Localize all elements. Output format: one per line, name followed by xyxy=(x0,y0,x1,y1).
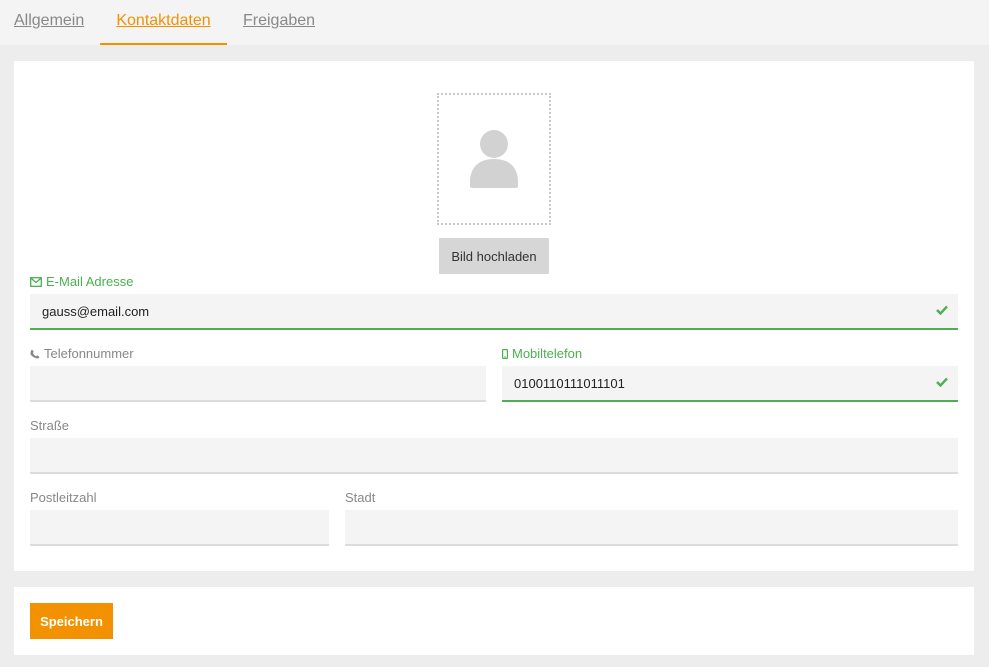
phone-icon xyxy=(30,349,40,359)
tab-bar: Allgemein Kontaktdaten Freigaben xyxy=(0,0,989,45)
contact-form-panel: Bild hochladen E-Mail Adresse Telefonnum… xyxy=(14,61,974,571)
street-input[interactable] xyxy=(30,438,958,472)
mobile-input[interactable] xyxy=(502,366,958,400)
mobile-label-text: Mobiltelefon xyxy=(512,346,583,361)
email-field-wrapper xyxy=(30,294,958,330)
mobile-icon xyxy=(502,349,509,360)
city-input[interactable] xyxy=(345,510,958,544)
city-label: Stadt xyxy=(345,490,376,505)
mobile-field-wrapper xyxy=(502,366,958,402)
mobile-label: Mobiltelefon xyxy=(502,346,582,361)
street-label: Straße xyxy=(30,418,70,433)
email-input[interactable] xyxy=(30,294,958,328)
city-field-wrapper xyxy=(345,510,958,546)
phone-label: Telefonnummer xyxy=(30,346,134,361)
phone-input[interactable] xyxy=(30,366,486,400)
zip-input[interactable] xyxy=(30,510,329,544)
save-button[interactable]: Speichern xyxy=(30,603,113,639)
email-valid-check-icon xyxy=(936,305,948,315)
tab-kontaktdaten[interactable]: Kontaktdaten xyxy=(100,0,227,45)
mobile-valid-check-icon xyxy=(936,377,948,387)
envelope-icon xyxy=(30,277,42,287)
tab-freigaben[interactable]: Freigaben xyxy=(243,0,315,45)
actions-panel: Speichern xyxy=(14,587,974,655)
email-label: E-Mail Adresse xyxy=(30,274,133,289)
phone-field-wrapper xyxy=(30,366,486,402)
zip-field-wrapper xyxy=(30,510,329,546)
user-silhouette-icon xyxy=(470,130,518,188)
email-label-text: E-Mail Adresse xyxy=(46,274,134,289)
zip-label: Postleitzahl xyxy=(30,490,97,505)
avatar-dropzone[interactable] xyxy=(437,93,551,225)
tab-allgemein[interactable]: Allgemein xyxy=(14,0,84,45)
phone-label-text: Telefonnummer xyxy=(44,346,134,361)
street-field-wrapper xyxy=(30,438,958,474)
upload-image-button[interactable]: Bild hochladen xyxy=(439,238,549,274)
